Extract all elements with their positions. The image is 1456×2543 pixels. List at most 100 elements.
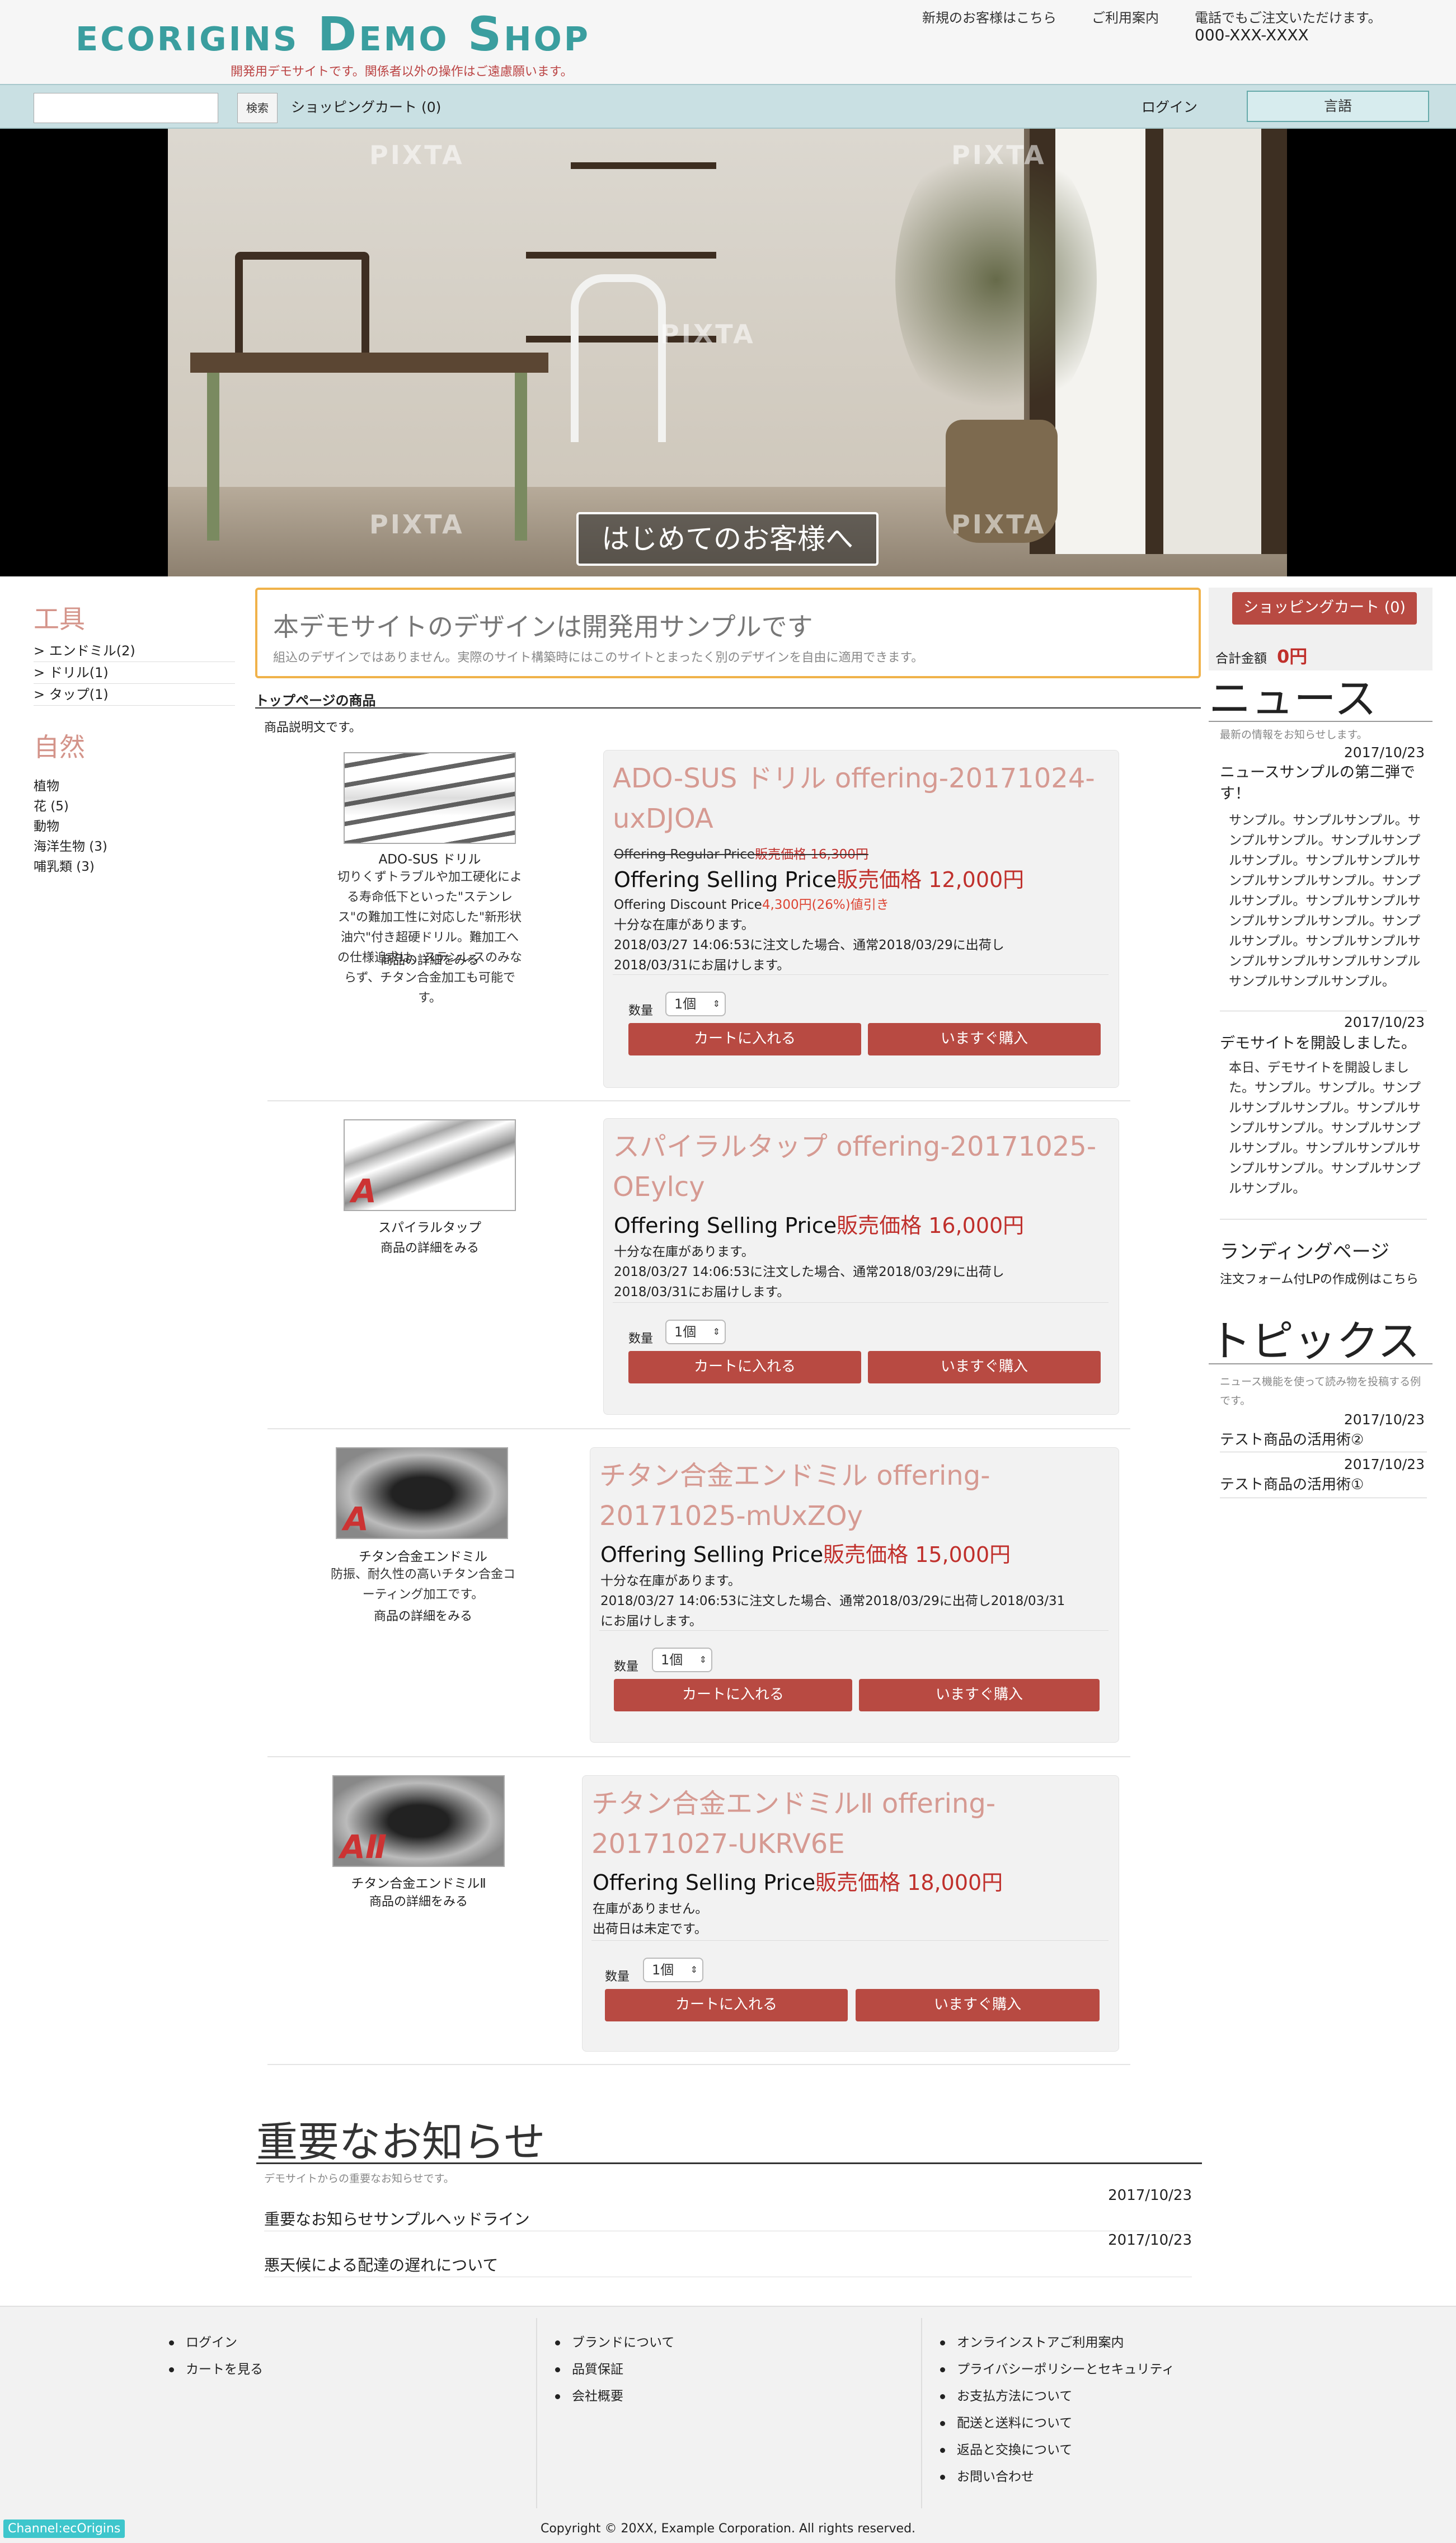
sidebar-cart-button[interactable]: ショッピングカート (0) <box>1232 592 1417 625</box>
topics-heading: トピックス <box>1209 1316 1420 1366</box>
watermark: PIXTA <box>660 319 755 349</box>
selling-price-label: Offering Selling Price <box>614 1213 837 1238</box>
topics-subtitle: ニュース機能を使って読み物を投稿する例です。 <box>1220 1376 1421 1407</box>
topic-title[interactable]: テスト商品の活用術① <box>1220 1474 1427 1495</box>
product-detail-link[interactable]: 商品の詳細をみる <box>335 1238 525 1256</box>
product-thumbnail[interactable]: A <box>344 1119 516 1211</box>
important-item[interactable]: 悪天候による配達の遅れについて <box>264 2253 498 2275</box>
add-to-cart-button[interactable]: カートに入れる <box>614 1679 852 1711</box>
news-title[interactable]: ニュースサンプルの第二弾です！ <box>1220 762 1427 805</box>
qty-select[interactable]: 1個 ⇕ <box>652 1648 712 1672</box>
important-subtitle: デモサイトからの重要なお知らせです。 <box>264 2173 454 2185</box>
cart-total-value: 0円 <box>1277 646 1308 667</box>
buy-now-button[interactable]: いますぐ購入 <box>868 1351 1101 1383</box>
selling-price: Offering Selling Price販売価格 16,000円 <box>614 1208 1024 1239</box>
news-title[interactable]: デモサイトを開設しました。 <box>1220 1033 1427 1054</box>
category-link[interactable]: 花 (5) <box>34 796 235 817</box>
product-thumb-desc: 防振、耐久性の高いチタン合金コーティング加工です。 <box>330 1568 515 1602</box>
design-notice: 本デモサイトのデザインは開発用サンプルです 組込のデザインではありません。実際の… <box>255 588 1201 678</box>
footer-link[interactable]: 配送と送料について <box>938 2410 1175 2437</box>
search-input[interactable] <box>34 93 218 123</box>
product-card: スパイラルタップ offering-20171025-OEylcy Offeri… <box>603 1118 1119 1415</box>
category-link[interactable]: 動物 <box>34 817 235 837</box>
language-button[interactable]: 言語 <box>1247 91 1429 122</box>
footer-link[interactable]: ブランドについて <box>553 2329 674 2356</box>
category-link[interactable]: > タップ(1) <box>34 684 235 706</box>
shipping-info: 2018/03/27 14:06:53に注文した場合、通常2018/03/29に… <box>600 1594 1065 1608</box>
a-brand-icon: A <box>351 1172 377 1210</box>
product-detail-link[interactable]: 商品の詳細をみる <box>323 1892 514 1909</box>
important-date: 2017/10/23 <box>1108 2232 1192 2249</box>
add-to-cart-button[interactable]: カートに入れる <box>628 1351 861 1383</box>
qty-select[interactable]: 1個 ⇕ <box>665 992 726 1016</box>
news-body: サンプル。サンプルサンプル。サンプルサンプル。サンプルサンプルサンプル。サンプル… <box>1229 813 1421 989</box>
buy-now-button[interactable]: いますぐ購入 <box>856 1989 1100 2021</box>
news-heading: ニュース <box>1209 674 1377 724</box>
important-item[interactable]: 重要なお知らせサンプルヘッドライン <box>264 2207 530 2230</box>
product-title[interactable]: スパイラルタップ offering-20171025-OEylcy <box>613 1127 1116 1207</box>
buy-now-button[interactable]: いますぐ購入 <box>868 1023 1101 1055</box>
sidebar-cart: ショッピングカート (0) 合計金額 0円 <box>1209 588 1432 670</box>
product-thumbnail[interactable] <box>344 752 516 844</box>
new-customer-link[interactable]: 新規のお客様はこちら <box>922 7 1056 26</box>
category-link[interactable]: 哺乳類 (3) <box>34 857 235 877</box>
footer-link[interactable]: オンラインストアご利用案内 <box>938 2329 1175 2356</box>
a-brand-icon: A <box>344 1500 369 1538</box>
hero-image: PIXTA PIXTA PIXTA PIXTA PIXTA <box>168 129 1287 576</box>
footer-link[interactable]: プライバシーポリシーとセキュリティ <box>938 2356 1175 2383</box>
price-value: 12,000円 <box>928 867 1025 892</box>
shipping-info: にお届けします。 <box>600 1614 702 1629</box>
footer-link[interactable]: 品質保証 <box>553 2356 674 2383</box>
tap-image: A <box>345 1120 515 1210</box>
product-thumbnail[interactable]: A <box>336 1447 508 1539</box>
guide-link[interactable]: ご利用案内 <box>1092 7 1159 26</box>
footer-link[interactable]: カートを見る <box>167 2356 263 2383</box>
hero-chair <box>235 252 369 353</box>
login-link[interactable]: ログイン <box>1142 96 1197 116</box>
cart-link[interactable]: ショッピングカート (0) <box>291 96 441 116</box>
news-body: 本日、デモサイトを開設しました。サンプル。サンプル。サンプルサンプルサンプル。サ… <box>1229 1061 1421 1196</box>
tools-heading: 工具 <box>34 604 85 634</box>
product-detail-link[interactable]: 商品の詳細をみる <box>328 1606 518 1624</box>
footer-col-account: ログイン カートを見る <box>167 2329 263 2383</box>
selling-price: Offering Selling Price販売価格 12,000円 <box>614 862 1024 893</box>
landing-page-link[interactable]: ランディングページ <box>1220 1241 1427 1263</box>
footer-link[interactable]: 返品と交換について <box>938 2437 1175 2464</box>
first-time-customer-button[interactable]: はじめてのお客様へ <box>576 512 879 566</box>
purchase-area: 数量 1個 ⇕ カートに入れる いますぐ購入 <box>599 1630 1109 1737</box>
stock-status: 十分な在庫があります。 <box>600 1574 741 1588</box>
footer-link[interactable]: ログイン <box>167 2329 263 2356</box>
channel-badge: Channel:ecOrigins <box>3 2519 125 2538</box>
hero-shelf <box>571 162 716 169</box>
drill-image <box>345 753 515 843</box>
product-thumbnail[interactable]: AⅡ <box>332 1775 505 1867</box>
product-title[interactable]: ADO-SUS ドリル offering-20171024-uxDJOA <box>613 758 1116 839</box>
footer-link[interactable]: お問い合わせ <box>938 2464 1175 2490</box>
add-to-cart-button[interactable]: カートに入れる <box>605 1989 848 2021</box>
topic-title[interactable]: テスト商品の活用術② <box>1220 1429 1427 1451</box>
qty-select[interactable]: 1個 ⇕ <box>643 1958 703 1982</box>
regular-price-label: Offering Regular Price <box>614 847 755 862</box>
product-thumb-desc: 切りくずトラブルや加工硬化による寿命低下といった"ステンレス"の難加工性に対応し… <box>337 870 522 1005</box>
category-link[interactable]: 海洋生物 (3) <box>34 837 235 857</box>
search-button[interactable]: 検索 <box>237 93 278 123</box>
qty-select[interactable]: 1個 ⇕ <box>665 1320 726 1344</box>
product-detail-link[interactable]: 商品の詳細をみる <box>335 950 525 968</box>
product-card: チタン合金エンドミルⅡ offering-20171027-UKRV6E Off… <box>582 1775 1119 2052</box>
product-title[interactable]: チタン合金エンドミル offering-20171025-mUxZOy <box>599 1456 1103 1536</box>
buy-now-button[interactable]: いますぐ購入 <box>859 1679 1100 1711</box>
purchase-area: 数量 1個 ⇕ カートに入れる いますぐ購入 <box>591 1940 1109 2047</box>
phone-number: 000-XXX-XXXX <box>1195 26 1309 44</box>
chevron-updown-icon: ⇕ <box>712 1326 720 1337</box>
footer-link[interactable]: 会社概要 <box>553 2383 674 2410</box>
hero-plant <box>895 129 1097 431</box>
shipping-info: 2018/03/31にお届けします。 <box>614 958 790 973</box>
category-link[interactable]: > エンドミル(2) <box>34 640 235 662</box>
footer-link[interactable]: お支払方法について <box>938 2383 1175 2410</box>
site-logo[interactable]: ecorigins Demo Shop <box>76 3 590 65</box>
add-to-cart-button[interactable]: カートに入れる <box>628 1023 861 1055</box>
product-title[interactable]: チタン合金エンドミルⅡ offering-20171027-UKRV6E <box>591 1784 1095 1864</box>
category-link[interactable]: 植物 <box>34 776 235 796</box>
category-link[interactable]: > ドリル(1) <box>34 662 235 684</box>
copyright: Copyright © 20XX, Example Corporation. A… <box>540 2522 916 2536</box>
